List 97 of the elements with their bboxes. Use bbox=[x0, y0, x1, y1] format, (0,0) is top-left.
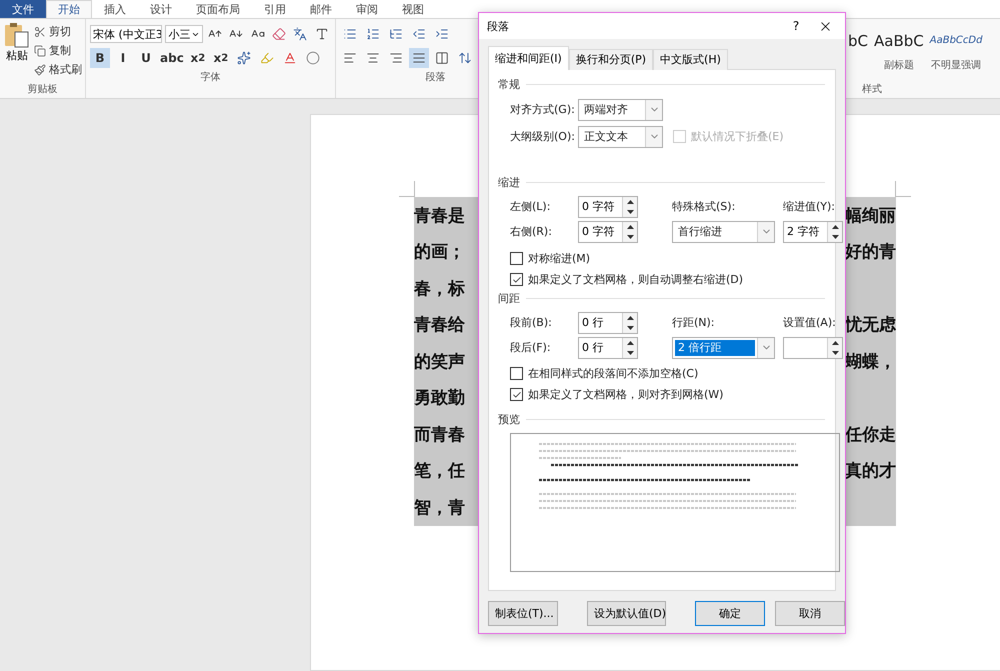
group-label: 字体 bbox=[200, 70, 220, 85]
checkbox[interactable] bbox=[510, 273, 523, 286]
font-size-field[interactable]: 小三 bbox=[165, 25, 203, 43]
checkbox-label: 如果定义了文档网格，则对齐到网格(W) bbox=[528, 387, 724, 402]
step-up-icon[interactable] bbox=[623, 222, 637, 232]
document-text: 而青春 bbox=[414, 424, 465, 446]
document-text: 的画； bbox=[414, 241, 465, 264]
field-label: 左侧(L): bbox=[510, 199, 552, 214]
step-down-icon[interactable] bbox=[623, 206, 637, 216]
step-up-icon[interactable] bbox=[623, 312, 637, 322]
style-preview[interactable]: AaBbCcDd bbox=[930, 30, 982, 52]
checkbox[interactable] bbox=[510, 367, 523, 380]
section-heading: 预览 bbox=[498, 412, 520, 426]
scissors-icon bbox=[34, 26, 46, 38]
dialog-button[interactable]: 确定 bbox=[695, 601, 765, 626]
step-up-icon[interactable] bbox=[828, 222, 842, 232]
spin-field[interactable]: 0 字符 bbox=[578, 220, 638, 242]
document-text: 幅绚丽 bbox=[845, 204, 896, 227]
document-text: 勇敢勤 bbox=[414, 387, 465, 410]
document-text: 好的青 bbox=[845, 241, 896, 264]
ribbon-tab[interactable]: 开始 bbox=[46, 0, 92, 18]
spin-field[interactable]: 2 字符 bbox=[783, 220, 843, 242]
document-text: 笔，任 bbox=[414, 460, 465, 482]
step-down-icon[interactable] bbox=[828, 348, 842, 358]
clipboard-button[interactable]: 复制 bbox=[34, 41, 82, 60]
dropdown-field[interactable]: 首行缩进 bbox=[672, 220, 775, 242]
checkbox-label: 默认情况下折叠(E) bbox=[691, 129, 784, 144]
group-label: 样式 bbox=[862, 82, 882, 97]
help-button[interactable]: ? bbox=[779, 19, 813, 33]
format-button[interactable]: I bbox=[113, 48, 133, 68]
document-text: 忧无虑 bbox=[845, 314, 896, 336]
dialog-tab[interactable]: 换行和分页(P) bbox=[568, 49, 654, 70]
document-text: 任你走 bbox=[845, 424, 896, 446]
field-label: 设置值(A): bbox=[783, 315, 837, 330]
step-down-icon[interactable] bbox=[828, 232, 842, 242]
checkbox-label: 如果定义了文档网格，则自动调整右缩进(D) bbox=[528, 272, 744, 287]
field-label: 大纲级别(O): bbox=[510, 129, 576, 144]
spin-field[interactable]: 0 行 bbox=[578, 312, 638, 334]
document-text: 青春是 bbox=[414, 204, 465, 227]
margin-corner-mark bbox=[895, 181, 911, 197]
checkbox[interactable] bbox=[510, 252, 523, 265]
spin-field[interactable] bbox=[783, 336, 843, 358]
field-label: 特殊格式(S): bbox=[672, 199, 736, 214]
field-label: 对齐方式(G): bbox=[510, 102, 576, 117]
dropdown-field[interactable]: 2 倍行距 bbox=[672, 336, 775, 358]
style-label: 副标题 bbox=[884, 58, 914, 72]
format-button[interactable]: abc bbox=[159, 48, 185, 68]
step-down-icon[interactable] bbox=[623, 348, 637, 358]
group-label: 剪贴板 bbox=[28, 82, 58, 97]
step-up-icon[interactable] bbox=[623, 338, 637, 348]
field-label: 行距(N): bbox=[672, 315, 716, 330]
dialog-tab[interactable]: 中文版式(H) bbox=[653, 49, 728, 70]
dialog-button[interactable]: 取消 bbox=[775, 601, 845, 626]
step-down-icon[interactable] bbox=[623, 322, 637, 332]
section-heading: 间距 bbox=[498, 290, 520, 306]
section-heading: 常规 bbox=[498, 76, 520, 92]
section-heading: 缩进 bbox=[498, 174, 520, 190]
clipboard-button[interactable]: 剪切 bbox=[34, 22, 82, 41]
format-button[interactable]: U bbox=[136, 48, 156, 68]
step-up-icon[interactable] bbox=[828, 338, 842, 348]
paste-button[interactable]: 粘贴 bbox=[4, 22, 30, 82]
document-text: 青春给 bbox=[414, 314, 465, 336]
step-up-icon[interactable] bbox=[623, 196, 637, 206]
dialog-button[interactable]: 设为默认值(D) bbox=[587, 601, 666, 626]
spin-field[interactable]: 0 行 bbox=[578, 336, 638, 358]
style-preview[interactable]: AaBbC bbox=[874, 30, 924, 52]
copy-icon bbox=[34, 44, 46, 56]
document-text: 真的才 bbox=[845, 460, 896, 482]
clipboard-icon bbox=[4, 22, 30, 48]
dialog-tab[interactable]: 缩进和间距(I) bbox=[488, 46, 569, 70]
step-down-icon[interactable] bbox=[623, 232, 637, 242]
paintbrush-icon bbox=[34, 64, 46, 76]
checkbox-label: 对称缩进(M) bbox=[528, 251, 590, 266]
dropdown-field[interactable]: 正文文本 bbox=[578, 126, 663, 148]
spin-field[interactable]: 0 字符 bbox=[578, 196, 638, 218]
checkmark-icon bbox=[512, 274, 522, 284]
justify-icon[interactable] bbox=[409, 48, 429, 68]
group-label: 段落 bbox=[426, 70, 446, 85]
checkbox-label: 在相同样式的段落间不添加空格(C) bbox=[528, 366, 698, 381]
checkmark-icon bbox=[512, 390, 522, 400]
margin-corner-mark bbox=[399, 181, 415, 197]
style-label: 不明显强调 bbox=[931, 59, 982, 72]
field-label: 段前(B): bbox=[510, 315, 553, 330]
checkbox[interactable] bbox=[510, 388, 523, 401]
dropdown-field[interactable]: 两端对齐 bbox=[578, 98, 663, 120]
dialog-button[interactable]: 制表位(T)... bbox=[488, 601, 558, 626]
clipboard-button[interactable]: 格式刷 bbox=[34, 60, 82, 79]
format-button[interactable]: B bbox=[90, 48, 110, 68]
dialog-title: 段落 bbox=[487, 18, 510, 34]
file-menu-tab[interactable]: 文件 bbox=[0, 0, 46, 18]
field-label: 段后(F): bbox=[510, 340, 552, 355]
field-label: 缩进值(Y): bbox=[783, 199, 836, 214]
document-text: 的笑声 bbox=[414, 350, 465, 373]
field-label: 右侧(R): bbox=[510, 224, 553, 239]
style-preview[interactable]: bC bbox=[848, 30, 868, 52]
document-text: 春，标 bbox=[414, 278, 465, 300]
document-text: 智，青 bbox=[414, 496, 465, 519]
